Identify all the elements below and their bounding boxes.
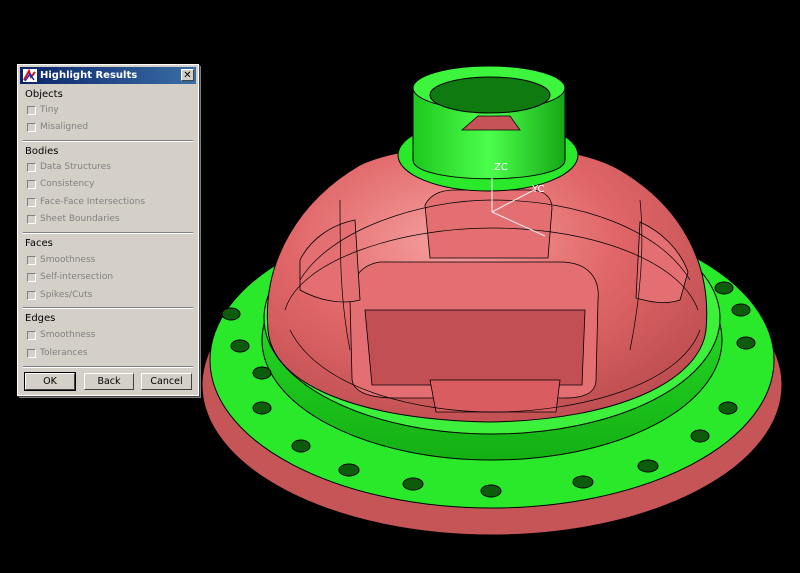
- section-objects: Objects: [25, 89, 63, 100]
- checkbox-consistency[interactable]: Consistency: [27, 179, 94, 192]
- dialog-titlebar[interactable]: Highlight Results ✕: [20, 67, 196, 84]
- checkbox-spikes-cuts[interactable]: Spikes/Cuts: [27, 290, 92, 303]
- bolt-hole: [714, 281, 734, 295]
- close-icon[interactable]: ✕: [181, 69, 194, 81]
- bolt-hole: [718, 401, 738, 415]
- highlight-results-dialog: Highlight Results ✕ Objects Tiny Misalig…: [17, 64, 199, 396]
- bolt-hole: [221, 307, 241, 321]
- checkbox-faces-smoothness[interactable]: Smoothness: [27, 255, 95, 268]
- bolt-hole: [252, 401, 272, 415]
- checkbox-face-face-intersections[interactable]: Face-Face Intersections: [27, 197, 145, 210]
- bolt-hole: [572, 475, 594, 489]
- checkbox-tiny[interactable]: Tiny: [27, 105, 59, 118]
- checkbox-sheet-boundaries[interactable]: Sheet Boundaries: [27, 214, 120, 227]
- separator: [23, 307, 193, 309]
- checkbox-box[interactable]: [27, 330, 36, 340]
- back-button[interactable]: Back: [84, 373, 134, 390]
- section-bodies: Bodies: [25, 146, 59, 157]
- yc-axis-label: YC: [531, 184, 545, 195]
- checkbox-box[interactable]: [27, 197, 36, 207]
- bolt-hole: [736, 336, 756, 350]
- zc-axis-label: ZC: [494, 162, 508, 173]
- section-faces: Faces: [25, 238, 53, 249]
- section-edges: Edges: [25, 313, 56, 324]
- checkbox-box[interactable]: [27, 179, 36, 189]
- dialog-title: Highlight Results: [40, 70, 138, 81]
- part-model[interactable]: ZC YC: [201, 65, 783, 536]
- checkbox-box[interactable]: [27, 348, 36, 358]
- checkbox-box[interactable]: [27, 162, 36, 172]
- separator: [23, 366, 193, 368]
- bolt-hole: [480, 484, 502, 498]
- checkbox-box[interactable]: [27, 214, 36, 224]
- checkbox-box[interactable]: [27, 122, 36, 132]
- bolt-hole: [731, 303, 751, 317]
- neck-bore: [429, 76, 551, 114]
- checkbox-data-structures[interactable]: Data Structures: [27, 162, 111, 175]
- checkbox-box[interactable]: [27, 105, 36, 115]
- bolt-hole: [690, 429, 710, 443]
- app-logo-icon: [23, 69, 37, 82]
- bolt-hole: [291, 439, 311, 453]
- bolt-hole: [402, 477, 424, 491]
- checkbox-edges-smoothness[interactable]: Smoothness: [27, 330, 95, 343]
- checkbox-self-intersection[interactable]: Self-intersection: [27, 272, 113, 285]
- checkbox-misaligned[interactable]: Misaligned: [27, 122, 88, 135]
- ok-button[interactable]: OK: [24, 372, 76, 391]
- checkbox-box[interactable]: [27, 272, 36, 282]
- checkbox-box[interactable]: [27, 290, 36, 300]
- cancel-button[interactable]: Cancel: [141, 373, 192, 390]
- checkbox-tolerances[interactable]: Tolerances: [27, 348, 88, 361]
- separator: [23, 140, 193, 142]
- bolt-hole: [637, 459, 659, 473]
- bolt-hole: [338, 463, 360, 477]
- bolt-hole: [252, 366, 272, 380]
- separator: [23, 232, 193, 234]
- checkbox-box[interactable]: [27, 255, 36, 265]
- bolt-hole: [230, 339, 250, 353]
